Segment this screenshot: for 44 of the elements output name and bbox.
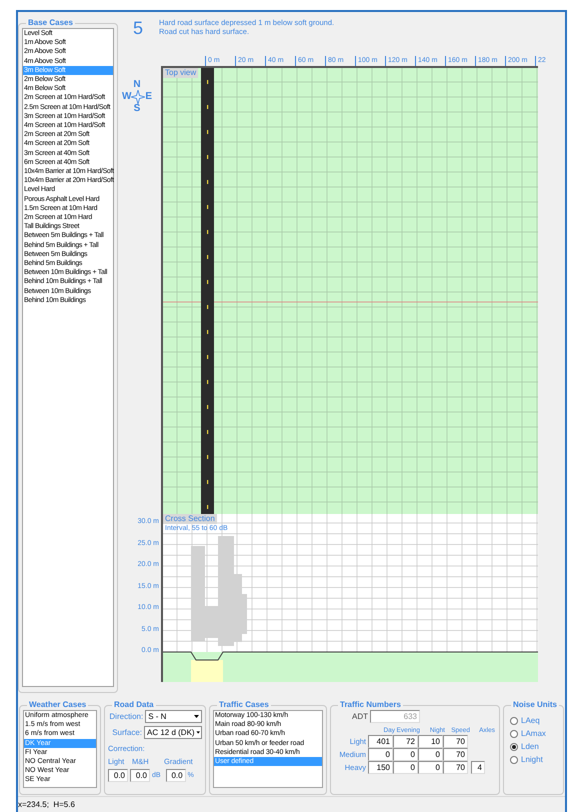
number-field[interactable]: 0 [418,761,443,774]
group-title: Traffic Cases [218,700,270,710]
radio-label: LAeq [521,716,540,726]
number-field[interactable]: 0.0 [166,769,186,782]
radio-button[interactable] [510,756,518,764]
top-view-label: Top view [163,68,198,78]
radio-label: Lnight [521,755,543,765]
cross-section-title: Cross Section [163,514,217,524]
group-title: Road Data [113,700,155,710]
dropdown[interactable]: S - N [145,710,202,723]
group-title: Base Cases [27,18,74,28]
radio-label: Lden [521,742,539,752]
number-field[interactable]: 150 [368,761,393,774]
number-field[interactable]: 4 [471,761,485,774]
group-title: Traffic Numbers [339,700,402,710]
radio-button[interactable] [510,743,518,751]
number-field[interactable]: 70 [443,761,468,774]
radio-label: LAmax [521,729,546,739]
status-bar-text: x=234.5; H=5.6 [18,800,75,810]
number-field[interactable]: 401 [368,735,393,748]
number-field[interactable]: 0 [393,748,418,761]
direction-label: Direction: [108,712,144,722]
dropdown[interactable]: AC 12 d (DK) [144,726,202,739]
number-field[interactable]: 70 [443,735,468,748]
compass-south: S [134,104,140,114]
number-field[interactable]: 0 [418,748,443,761]
group-title: Weather Cases [28,700,88,710]
number-field[interactable]: 0 [368,748,393,761]
number-field[interactable]: 72 [393,735,418,748]
compass-north: N [133,80,141,90]
compass-east: E [145,92,152,102]
number-field[interactable]: 0.0 [108,769,128,782]
compass-star-icon [131,90,146,104]
number-field[interactable]: 0.0 [130,769,150,782]
group-title: Noise Units [512,700,558,710]
scenario-number: 5 [133,18,144,38]
number-field[interactable]: 70 [443,748,468,761]
adt-label: ADT [351,712,368,722]
surface-label: Surface: [111,728,142,738]
radio-button[interactable] [510,730,518,738]
radio-button[interactable] [510,717,518,725]
number-field[interactable]: 0 [393,761,418,774]
compass-west: W [122,92,132,102]
number-field[interactable]: 10 [418,735,443,748]
